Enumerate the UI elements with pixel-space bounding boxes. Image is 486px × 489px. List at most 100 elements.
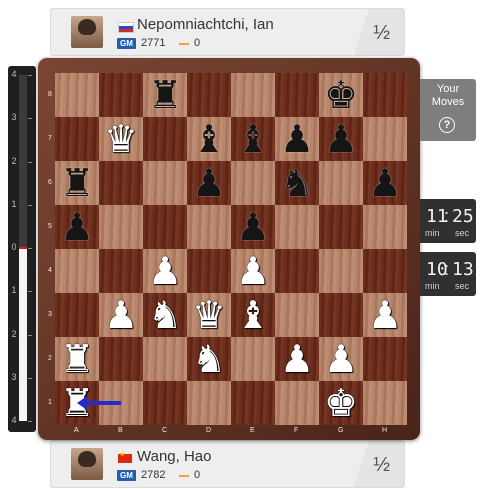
square-h1[interactable] <box>363 381 407 425</box>
player-avatar <box>71 16 103 48</box>
player-name: Nepomniachtchi, Ian <box>137 16 274 33</box>
square-a8[interactable] <box>55 73 99 117</box>
square-h8[interactable] <box>363 73 407 117</box>
square-e2[interactable] <box>231 337 275 381</box>
square-h7[interactable] <box>363 117 407 161</box>
square-d5[interactable] <box>187 205 231 249</box>
square-d4[interactable] <box>187 249 231 293</box>
white-pawn-icon[interactable]: ♟ <box>363 293 407 337</box>
evaluation-bar: 4 3 2 1 0 1 2 3 4 <box>8 66 36 432</box>
square-f4[interactable] <box>275 249 319 293</box>
square-c6[interactable] <box>143 161 187 205</box>
white-queen-icon[interactable]: ♛ <box>187 293 231 337</box>
black-knight-icon[interactable]: ♞ <box>275 161 319 205</box>
player-rating: 2771 <box>141 37 166 49</box>
square-b1[interactable] <box>99 381 143 425</box>
square-f8[interactable] <box>275 73 319 117</box>
game-result: ½ <box>373 454 390 476</box>
evaluation-marker <box>19 247 27 249</box>
clock-top: 11 : 25 min sec <box>420 199 476 243</box>
white-knight-icon[interactable]: ♞ <box>187 337 231 381</box>
white-rook-icon[interactable]: ♜ <box>55 337 99 381</box>
square-d1[interactable] <box>187 381 231 425</box>
eval-scale-tick <box>28 118 32 120</box>
eval-scale-tick <box>28 75 32 76</box>
black-pawn-icon[interactable]: ♟ <box>319 117 363 161</box>
black-bishop-icon[interactable]: ♝ <box>231 117 275 161</box>
square-b6[interactable] <box>99 161 143 205</box>
file-label: G <box>338 427 344 434</box>
square-c5[interactable] <box>143 205 187 249</box>
eval-scale-label: 2 <box>11 328 17 339</box>
black-king-icon[interactable]: ♚ <box>319 73 363 117</box>
file-label: A <box>74 427 79 434</box>
clock-separator: : <box>444 206 450 226</box>
square-e6[interactable] <box>231 161 275 205</box>
white-queen-icon[interactable]: ♛ <box>99 117 143 161</box>
black-pawn-icon[interactable]: ♟ <box>275 117 319 161</box>
rank-label: 1 <box>48 399 52 406</box>
square-a4[interactable] <box>55 249 99 293</box>
square-b4[interactable] <box>99 249 143 293</box>
square-a7[interactable] <box>55 117 99 161</box>
black-pawn-icon[interactable]: ♟ <box>363 161 407 205</box>
square-h2[interactable] <box>363 337 407 381</box>
rank-label: 8 <box>48 91 52 98</box>
eval-scale-label: 1 <box>11 198 17 209</box>
square-b5[interactable] <box>99 205 143 249</box>
help-icon[interactable]: ? <box>439 117 455 133</box>
rating-change-icon <box>179 475 189 477</box>
white-pawn-icon[interactable]: ♟ <box>231 249 275 293</box>
white-rook-icon[interactable]: ♜ <box>55 381 99 425</box>
rating-change: 0 <box>194 469 201 481</box>
black-bishop-icon[interactable]: ♝ <box>187 117 231 161</box>
square-g4[interactable] <box>319 249 363 293</box>
chess-board[interactable]: ♜ ♚ ♛ ♝ ♝ ♟ ♟ ♜ ♟ ♞ ♟ ♟ ♟ ♟ ♟ ♟ ♞ ♛ ♝ ♟ ♜ ♞ ♟ ♟ ♜ ♚ 8 7 6 5 4 3 2 1 A B C D E F… <box>48 73 407 434</box>
rank-label: 3 <box>48 311 52 318</box>
black-rook-icon[interactable]: ♜ <box>143 73 187 117</box>
square-f3[interactable] <box>275 293 319 337</box>
square-c1[interactable] <box>143 381 187 425</box>
white-pawn-icon[interactable]: ♟ <box>99 293 143 337</box>
black-rook-icon[interactable]: ♜ <box>55 161 99 205</box>
white-pawn-icon[interactable]: ♟ <box>319 337 363 381</box>
square-d8[interactable] <box>187 73 231 117</box>
eval-scale-label: 1 <box>11 285 17 296</box>
square-b2[interactable] <box>99 337 143 381</box>
title-badge: GM <box>117 470 136 481</box>
square-c7[interactable] <box>143 117 187 161</box>
player-rating: 2782 <box>141 469 166 481</box>
white-pawn-icon[interactable]: ♟ <box>143 249 187 293</box>
white-knight-icon[interactable]: ♞ <box>143 293 187 337</box>
black-pawn-icon[interactable]: ♟ <box>231 205 275 249</box>
eval-scale-tick <box>28 204 32 206</box>
square-f5[interactable] <box>275 205 319 249</box>
rank-label: 7 <box>48 135 52 142</box>
square-a3[interactable] <box>55 293 99 337</box>
player-name: Wang, Hao <box>137 448 212 465</box>
eval-scale-label: 0 <box>11 242 17 252</box>
white-king-icon[interactable]: ♚ <box>319 381 363 425</box>
your-moves-button[interactable]: Your Moves ? <box>420 79 476 141</box>
white-bishop-icon[interactable]: ♝ <box>231 293 275 337</box>
square-b8[interactable] <box>99 73 143 117</box>
square-f1[interactable] <box>275 381 319 425</box>
square-g6[interactable] <box>319 161 363 205</box>
square-e1[interactable] <box>231 381 275 425</box>
rank-label: 4 <box>48 267 52 274</box>
square-g3[interactable] <box>319 293 363 337</box>
square-h4[interactable] <box>363 249 407 293</box>
white-pawn-icon[interactable]: ♟ <box>275 337 319 381</box>
minutes-label: min <box>425 281 440 291</box>
square-h5[interactable] <box>363 205 407 249</box>
black-pawn-icon[interactable]: ♟ <box>187 161 231 205</box>
title-badge: GM <box>117 38 136 49</box>
eval-scale-label: 4 <box>11 69 17 79</box>
square-c2[interactable] <box>143 337 187 381</box>
your-moves-label: Your Moves <box>431 83 465 108</box>
player-avatar <box>71 448 103 480</box>
square-g5[interactable] <box>319 205 363 249</box>
black-pawn-icon[interactable]: ♟ <box>55 205 99 249</box>
square-e8[interactable] <box>231 73 275 117</box>
player-card-top: Nepomniachtchi, Ian GM 2771 0 ½ <box>50 8 405 56</box>
